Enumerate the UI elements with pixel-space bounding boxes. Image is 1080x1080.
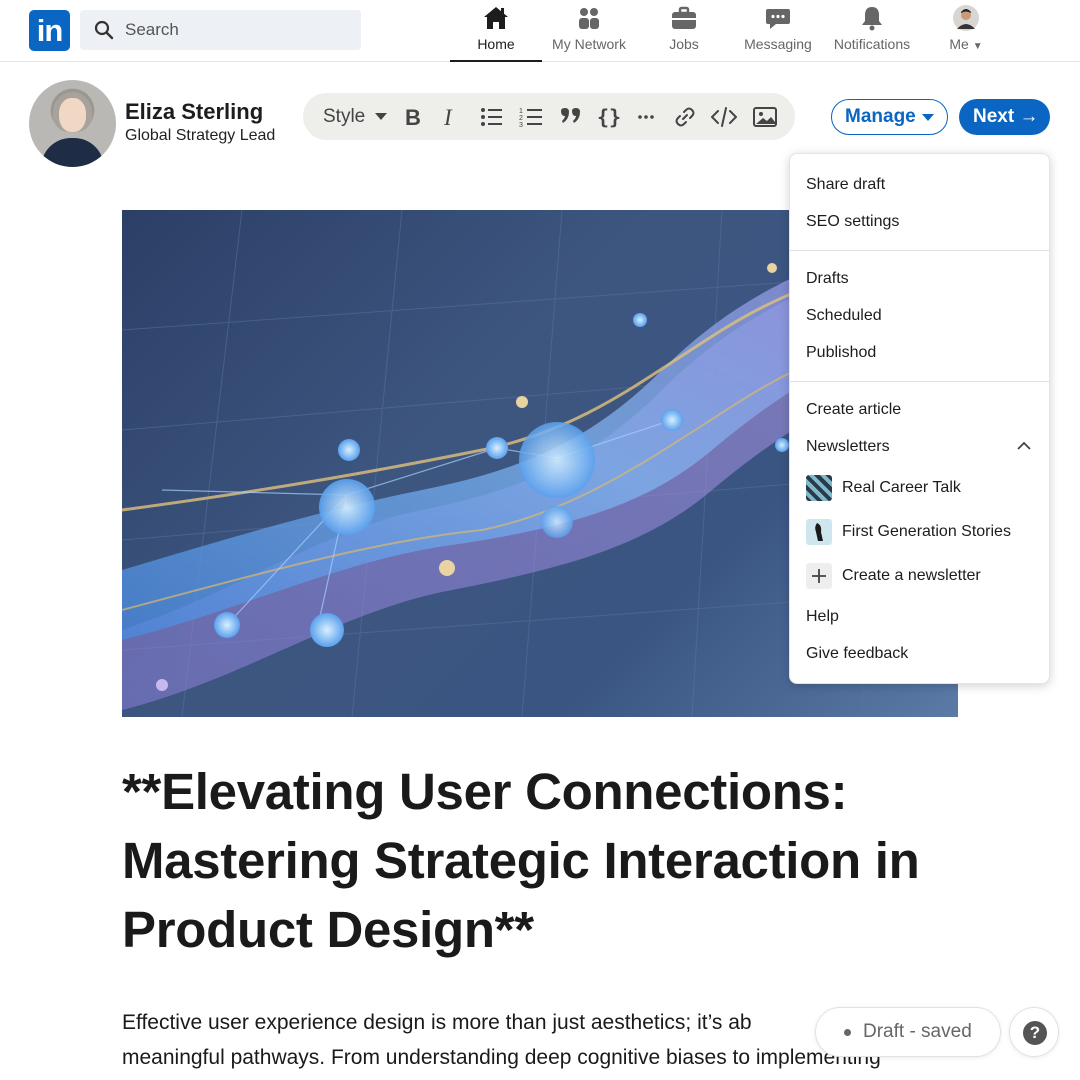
menu-item-share-draft[interactable]: Share draft xyxy=(806,176,885,194)
chevron-up-icon[interactable] xyxy=(1017,441,1031,450)
more-icon[interactable] xyxy=(637,113,655,121)
newsletter-item-real-career-talk[interactable]: Real Career Talk xyxy=(842,479,961,497)
nav-item-me[interactable]: Me ▼ xyxy=(944,4,988,58)
nav-label-my-network: My Network xyxy=(552,36,626,52)
chevron-down-icon xyxy=(374,112,387,120)
bullet-list-icon[interactable] xyxy=(479,105,503,129)
menu-item-newsletters[interactable]: Newsletters xyxy=(806,438,890,456)
menu-item-seo-settings[interactable]: SEO settings xyxy=(806,213,899,231)
nav-item-jobs[interactable]: Jobs xyxy=(660,4,708,58)
plus-icon[interactable] xyxy=(806,563,832,589)
menu-item-create-newsletter[interactable]: Create a newsletter xyxy=(842,567,981,585)
next-button[interactable]: Next → xyxy=(959,99,1050,135)
headline-line: Product Design** xyxy=(122,901,534,958)
home-icon xyxy=(484,7,508,29)
manage-button[interactable]: Manage xyxy=(831,99,948,135)
nav-item-my-network[interactable]: My Network xyxy=(545,4,633,58)
top-navigation-bar: in Search Home My Network Jobs Messaging… xyxy=(0,0,1080,62)
nav-label-me: Me ▼ xyxy=(949,36,983,52)
author-title: Global Strategy Lead xyxy=(125,127,276,144)
menu-divider xyxy=(790,250,1049,251)
bell-icon xyxy=(862,7,882,31)
avatar-face xyxy=(59,98,86,132)
author-avatar[interactable] xyxy=(29,80,116,167)
menu-item-published[interactable]: Publishod xyxy=(806,344,876,362)
formatting-toolbar: Style B I 1 2 3 {} xyxy=(303,93,795,140)
status-dot-icon xyxy=(844,1029,851,1036)
manage-dropdown-menu: Share draft SEO settings Drafts Schedule… xyxy=(789,153,1050,684)
svg-text:3: 3 xyxy=(519,122,523,129)
search-placeholder: Search xyxy=(125,20,179,39)
profile-avatar xyxy=(953,5,979,31)
headline-line: **Elevating User Connections: xyxy=(122,763,848,820)
headline-line: Mastering Strategic Interaction in xyxy=(122,832,920,889)
nav-label-jobs: Jobs xyxy=(669,36,699,52)
avatar-body xyxy=(41,138,104,167)
author-name: Eliza Sterling xyxy=(125,99,264,124)
svg-text:I: I xyxy=(443,106,453,128)
image-icon[interactable] xyxy=(753,106,777,128)
newsletter-thumbnail xyxy=(806,475,832,501)
nav-item-messaging[interactable]: Messaging xyxy=(738,4,818,58)
link-icon[interactable] xyxy=(673,105,697,129)
nav-item-notifications[interactable]: Notifications xyxy=(829,4,915,58)
svg-text:{}: {} xyxy=(597,105,621,129)
search-icon xyxy=(94,20,114,40)
chevron-down-icon: ▼ xyxy=(972,41,983,52)
menu-item-scheduled[interactable]: Scheduled xyxy=(806,307,882,325)
svg-text:1: 1 xyxy=(519,108,523,115)
newsletter-thumbnail xyxy=(806,519,832,545)
numbered-list-icon[interactable]: 1 2 3 xyxy=(519,105,543,129)
menu-item-create-article[interactable]: Create article xyxy=(806,401,901,419)
menu-divider xyxy=(790,381,1049,382)
question-icon: ? xyxy=(1023,1021,1047,1045)
nav-label-home: Home xyxy=(477,36,515,52)
chevron-down-icon xyxy=(922,114,934,121)
newsletter-item-first-generation-stories[interactable]: First Generation Stories xyxy=(842,523,1011,541)
nav-label-notifications: Notifications xyxy=(833,36,911,52)
code-braces-icon[interactable]: {} xyxy=(597,105,621,129)
network-icon xyxy=(579,8,599,29)
help-button[interactable]: ? xyxy=(1009,1007,1059,1057)
menu-item-help[interactable]: Help xyxy=(806,608,839,626)
quote-icon[interactable] xyxy=(559,107,583,127)
linkedin-logo[interactable]: in xyxy=(29,10,70,51)
nav-label-messaging: Messaging xyxy=(744,36,812,52)
article-headline[interactable]: **Elevating User Connections: Mastering … xyxy=(122,757,972,964)
svg-text:2: 2 xyxy=(519,115,523,122)
svg-text:B: B xyxy=(405,106,421,128)
chat-icon xyxy=(766,9,790,29)
briefcase-icon xyxy=(672,6,696,29)
italic-icon[interactable]: I xyxy=(441,106,459,128)
code-embed-icon[interactable] xyxy=(711,106,737,128)
draft-status-badge: Draft - saved xyxy=(815,1007,1001,1057)
menu-item-give-feedback[interactable]: Give feedback xyxy=(806,645,908,663)
nav-item-home[interactable]: Home xyxy=(450,4,542,62)
menu-item-drafts[interactable]: Drafts xyxy=(806,270,849,288)
bold-icon[interactable]: B xyxy=(403,106,423,128)
search-input[interactable]: Search xyxy=(80,10,361,50)
style-dropdown[interactable]: Style xyxy=(323,93,387,140)
